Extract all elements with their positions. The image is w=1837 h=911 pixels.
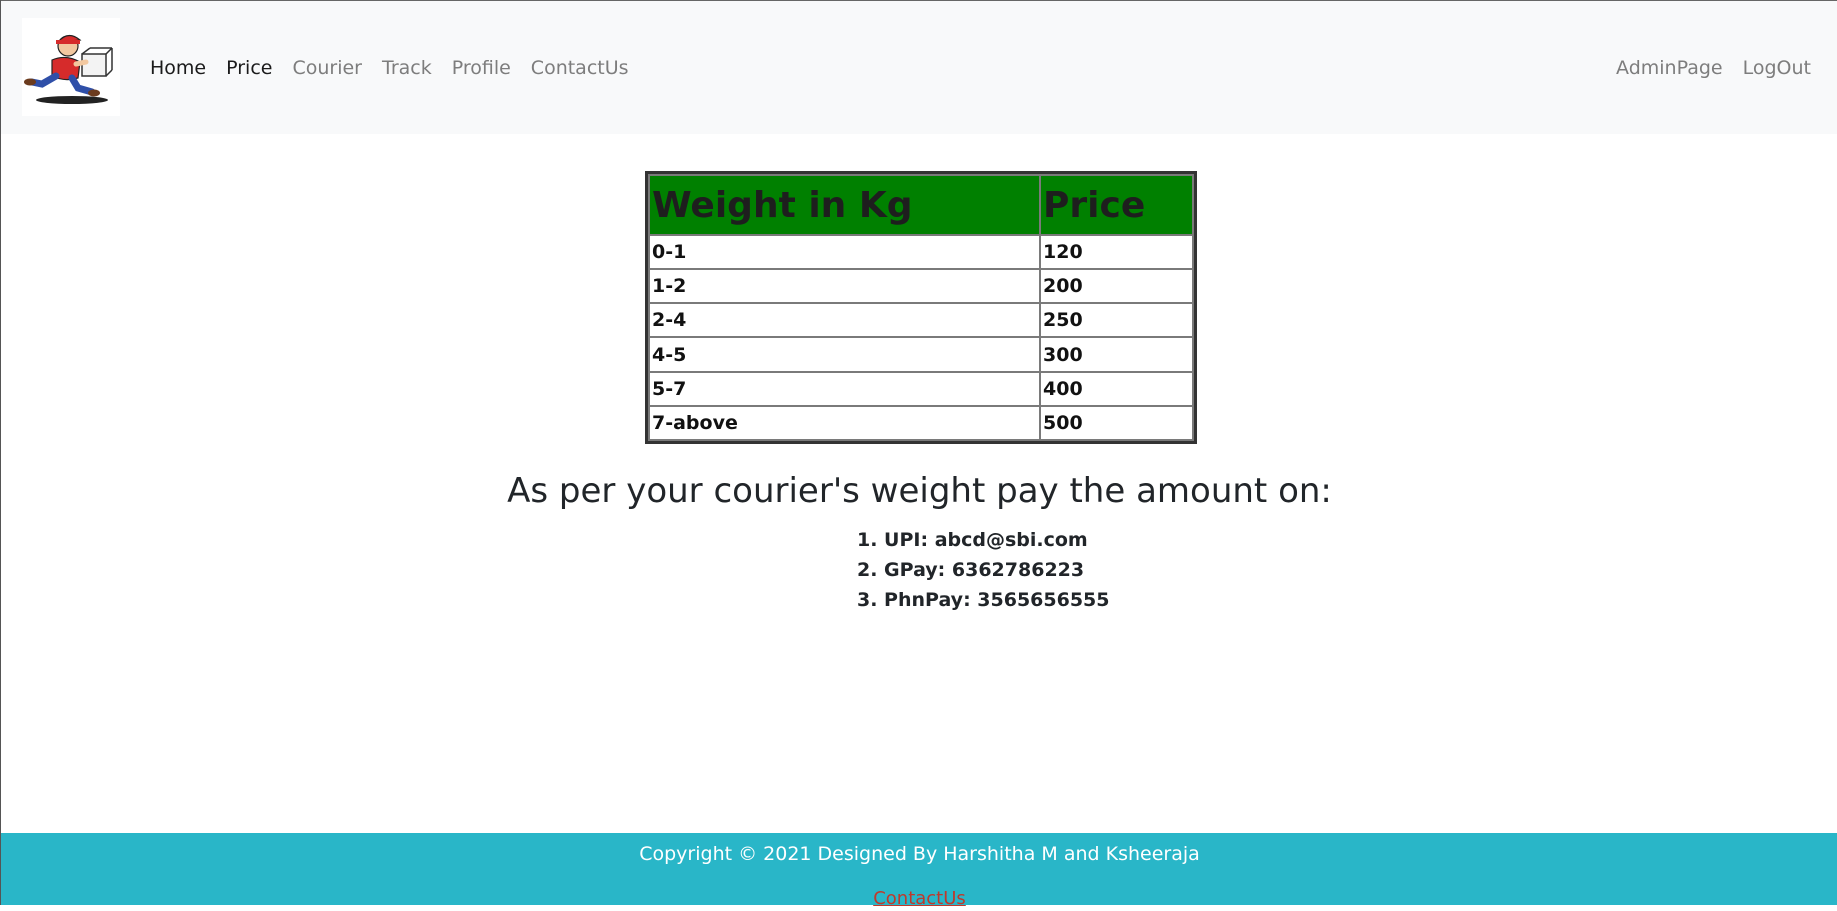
table-row: 5-7 400 <box>650 372 1192 405</box>
courier-man-icon <box>24 34 113 104</box>
price-cell: 120 <box>1041 236 1192 269</box>
table-row: 7-above 500 <box>650 406 1192 439</box>
footer-contactus-link[interactable]: ContactUs <box>1 887 1837 911</box>
weight-cell: 1-2 <box>650 270 1039 303</box>
header-weight: Weight in Kg <box>650 176 1039 234</box>
account-nav: AdminPage LogOut <box>1596 55 1811 81</box>
main-nav: Home Price Courier Track Profile Contact… <box>150 55 649 81</box>
nav-price[interactable]: Price <box>226 55 272 81</box>
footer: Copyright © 2021 Designed By Harshitha M… <box>1 833 1837 909</box>
weight-cell: 4-5 <box>650 338 1039 371</box>
table-row: 4-5 300 <box>650 338 1192 371</box>
payment-methods-list: 1. UPI: abcd@sbi.com 2. GPay: 6362786223… <box>857 525 1109 615</box>
table-row: 2-4 250 <box>650 304 1192 337</box>
nav-track[interactable]: Track <box>382 55 432 81</box>
table-row: 1-2 200 <box>650 270 1192 303</box>
price-table: Weight in Kg Price 0-1 120 1-2 200 2-4 2… <box>645 171 1197 444</box>
price-cell: 400 <box>1041 372 1192 405</box>
table-row: 0-1 120 <box>650 236 1192 269</box>
top-navbar: Home Price Courier Track Profile Contact… <box>1 0 1837 134</box>
footer-copyright: Copyright © 2021 Designed By Harshitha M… <box>639 843 1200 865</box>
weight-cell: 0-1 <box>650 236 1039 269</box>
price-cell: 300 <box>1041 338 1192 371</box>
payment-method-gpay: 2. GPay: 6362786223 <box>857 559 1085 581</box>
payment-method-phonepay: 3. PhnPay: 3565656555 <box>857 589 1110 611</box>
price-cell: 200 <box>1041 270 1192 303</box>
header-price: Price <box>1041 176 1192 234</box>
weight-cell: 7-above <box>650 406 1039 439</box>
nav-adminpage[interactable]: AdminPage <box>1616 55 1723 81</box>
price-cell: 500 <box>1041 406 1192 439</box>
weight-cell: 2-4 <box>650 304 1039 337</box>
nav-contactus[interactable]: ContactUs <box>531 55 629 81</box>
weight-cell: 5-7 <box>650 372 1039 405</box>
nav-home[interactable]: Home <box>150 55 206 81</box>
payment-method-upi: 1. UPI: abcd@sbi.com <box>857 529 1088 551</box>
nav-logout[interactable]: LogOut <box>1743 55 1811 81</box>
payment-heading: As per your courier's weight pay the amo… <box>507 471 1332 511</box>
table-header-row: Weight in Kg Price <box>650 176 1192 234</box>
nav-courier[interactable]: Courier <box>292 55 362 81</box>
courier-logo[interactable] <box>22 18 120 116</box>
nav-profile[interactable]: Profile <box>452 55 511 81</box>
price-cell: 250 <box>1041 304 1192 337</box>
